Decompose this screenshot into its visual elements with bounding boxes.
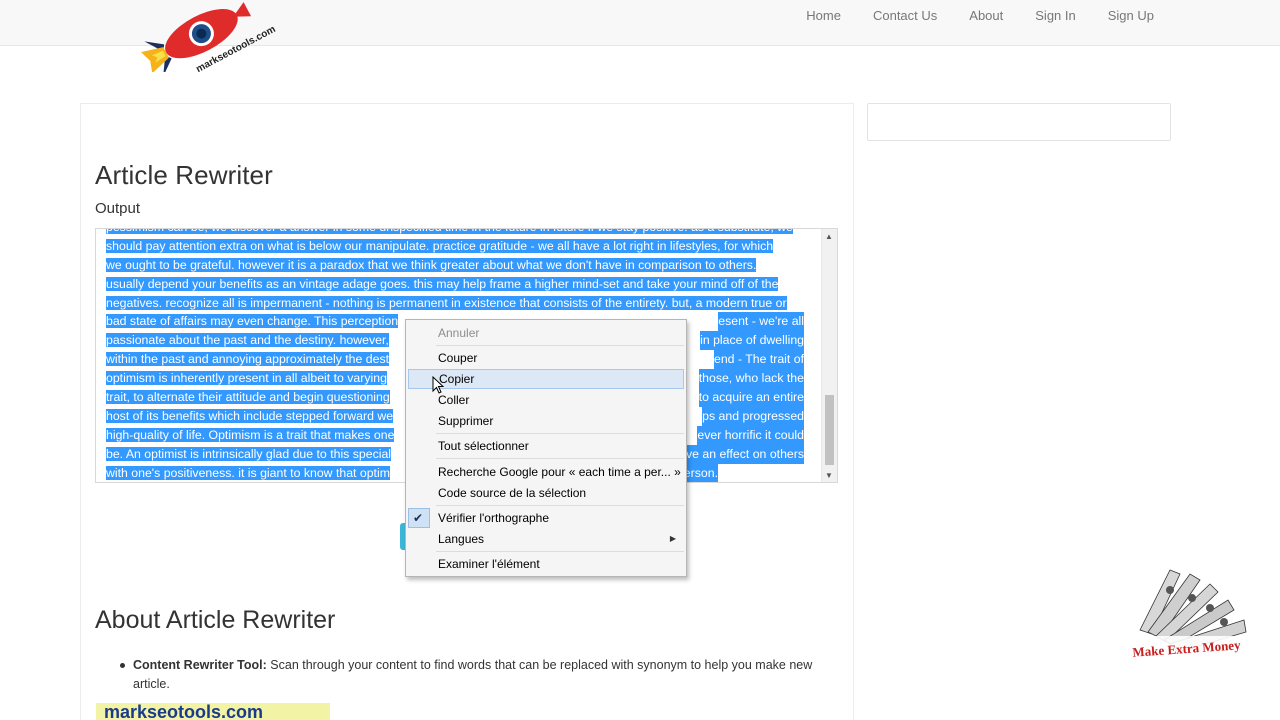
menu-item-copy[interactable]: Copier [408,369,684,389]
submenu-arrow-icon: ▶ [669,534,676,543]
output-line: usually depend your benefits as an vinta… [106,275,818,294]
menu-item-view-source[interactable]: Code source de la sélection [408,483,684,503]
menu-item-cut[interactable]: Couper [408,348,684,368]
output-line-text-right: ever horrific it could [697,425,804,445]
scroll-down-icon[interactable]: ▼ [825,471,833,480]
output-line: pessimism can be, we discover a answer i… [106,229,818,237]
menu-separator [436,551,684,552]
nav-contact-us[interactable]: Contact Us [857,8,953,24]
menu-separator [436,505,684,506]
output-line-text: negatives. recognize all is impermanent … [106,295,787,310]
languages-label: Langues [438,532,485,546]
output-line-text: optimism is inherently present in all al… [106,371,387,386]
output-label: Output [95,200,141,217]
menu-item-undo[interactable]: Annuler [408,323,684,343]
nav-about[interactable]: About [953,8,1019,24]
output-line: negatives. recognize all is impermanent … [106,294,818,313]
output-line-text: host of its benefits which include stepp… [106,408,394,423]
output-line-text: bad state of affairs may even change. Th… [106,314,399,329]
menu-item-paste[interactable]: Coller [408,390,684,410]
output-line-text-right: ps and progressed [702,406,804,426]
menu-item-spellcheck[interactable]: Vérifier l'orthographe [408,508,684,528]
menu-item-select-all[interactable]: Tout sélectionner [408,436,684,456]
brand-banner-text: markseotools.com [104,703,264,720]
menu-separator [436,458,684,459]
output-line-text: trait, to alternate their attitude and b… [106,390,390,405]
menu-item-google-search[interactable]: Recherche Google pour « each time a per.… [408,462,684,482]
money-stack-icon[interactable] [1120,560,1255,690]
menu-item-inspect[interactable]: Examiner l'élément [408,554,684,574]
about-item-term: Content Rewriter Tool: [133,658,267,672]
brand-banner: markseotools.com [96,703,330,720]
context-menu: Annuler Couper Copier Coller Supprimer T… [405,319,687,577]
nav-sign-in[interactable]: Sign In [1019,8,1091,24]
top-navbar: markseotools.com Home Contact Us About S… [0,0,1280,72]
output-line-text-right: esent - we're all [718,312,804,332]
textarea-scrollbar[interactable]: ▲ ▼ [821,229,837,482]
output-line-text: passionate about the past and the destin… [106,333,389,348]
output-line-text: high-quality of life. Optimism is a trai… [106,427,395,442]
bullet-icon [120,663,125,668]
about-list: Content Rewriter Tool: Scan through your… [120,656,833,694]
output-line: we ought to be grateful. however it is a… [106,256,818,275]
output-line-text: pessimism can be, we discover a answer i… [106,229,793,234]
scroll-up-icon[interactable]: ▲ [825,232,833,241]
page-title: Article Rewriter [95,160,273,190]
output-line-text-right: to acquire an entire [698,388,804,407]
nav-sign-up[interactable]: Sign Up [1092,8,1170,24]
output-line-text-right: ve an effect on others [685,444,804,464]
output-line: should pay attention extra on what is be… [106,237,818,256]
output-line-text: we ought to be grateful. however it is a… [106,257,757,272]
output-line-text: should pay attention extra on what is be… [106,238,774,253]
mouse-cursor-icon [432,376,444,394]
output-line-text-right: in place of dwelling [700,331,804,351]
menu-separator [436,345,684,346]
nav-home[interactable]: Home [790,8,857,24]
about-title: About Article Rewriter [95,606,336,634]
output-line-text-right: end - The trait of [714,350,804,370]
output-line-text-right: those, who lack the [698,369,804,389]
output-line-text: be. An optimist is intrinsically glad du… [106,446,392,461]
menu-item-languages[interactable]: Langues ▶ [408,529,684,549]
sidebar-panel [867,103,1171,141]
menu-separator [436,433,684,434]
output-line-text: usually depend your benefits as an vinta… [106,276,779,291]
scroll-thumb[interactable] [825,395,834,465]
output-line-text: within the past and annoying approximate… [106,352,390,367]
rocket-logo-icon[interactable]: markseotools.com [130,0,280,72]
menu-item-delete[interactable]: Supprimer [408,411,684,431]
nav-links: Home Contact Us About Sign In Sign Up [790,8,1170,24]
output-line-text: with one's positiveness. it is giant to … [106,465,390,480]
